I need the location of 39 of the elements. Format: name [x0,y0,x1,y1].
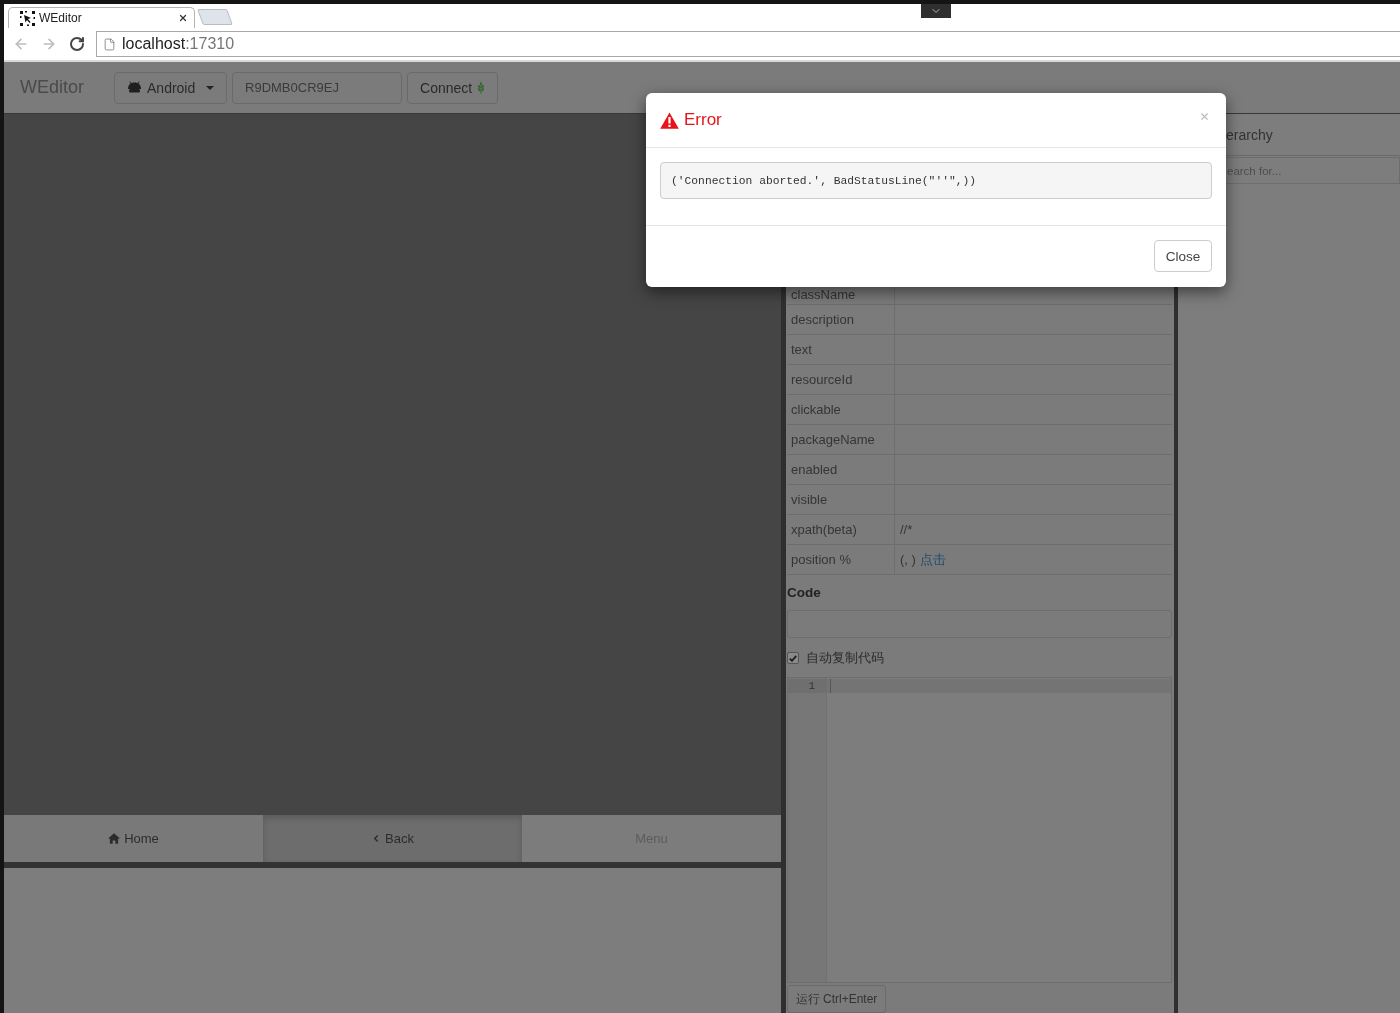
code-heading: Code [787,585,822,601]
property-name: visible [787,485,895,514]
close-icon[interactable] [178,13,188,23]
reload-icon[interactable] [69,36,85,52]
address-field[interactable]: localhost:17310 [96,31,1400,57]
serial-field[interactable]: R9DMB0CR9EJ [232,71,402,104]
close-button[interactable]: Close [1154,240,1212,272]
robot-icon [127,81,142,94]
property-name: enabled [787,455,895,484]
page-icon [103,36,116,52]
app-logo-icon [20,10,35,26]
property-name: packageName [787,425,895,454]
forward-arrow-icon[interactable] [41,36,57,52]
sprout-icon [477,80,485,95]
property-name: xpath(beta) [787,515,895,544]
property-name: clickable [787,395,895,424]
warning-icon [660,111,679,129]
auto-copy-checkbox[interactable] [787,652,799,664]
property-value: //* [900,522,913,537]
connect-button[interactable]: Connect [407,71,498,104]
home-icon [108,833,121,844]
platform-dropdown[interactable]: Android [114,71,227,104]
property-name: text [787,335,895,364]
error-message: ('Connection aborted.', BadStatusLine("''",)) [660,162,1212,199]
dialog-title: Error [684,110,722,130]
property-name: resourceId [787,365,895,394]
code-input-field[interactable] [787,610,1172,638]
auto-copy-label[interactable]: 自动复制代码 [806,649,884,667]
browser-tab[interactable]: WEditor [8,7,195,28]
property-name: description [787,305,895,334]
caret-icon [206,85,214,90]
back-button[interactable]: Back [263,815,522,862]
property-name: position % [787,545,895,574]
run-button[interactable]: 运行 Ctrl+Enter [787,985,886,1013]
new-tab-button[interactable] [197,9,233,25]
home-button[interactable]: Home [4,815,263,862]
chevron-down-icon[interactable] [921,4,951,18]
click-link[interactable]: 点击 [919,550,946,569]
property-value: (, ) [900,552,916,567]
